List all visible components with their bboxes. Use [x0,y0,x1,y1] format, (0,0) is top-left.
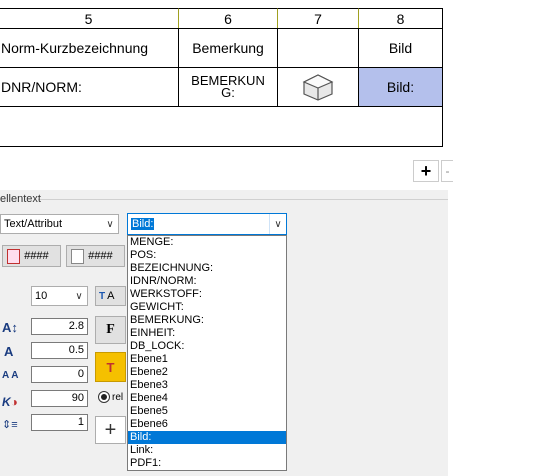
relative-radio[interactable]: rel [98,390,128,404]
dropdown-option[interactable]: WERKSTOFF: [128,288,286,301]
column-header-5-label: 5 [84,10,93,27]
panel-group-line [38,199,448,200]
format-button-1[interactable]: #### [2,245,61,267]
cell-row3[interactable] [0,106,443,147]
cell-row1-bild[interactable]: Bild [358,28,443,68]
rotation-icon: K◑ [2,395,18,409]
font-icon: T [99,290,106,302]
column-header-6: 6 [178,8,278,29]
relative-radio-label: rel [112,391,124,403]
type-select[interactable]: Text/Attribut ∨ [0,214,119,234]
attribute-select[interactable]: Bild: ∨ [127,213,287,235]
dropdown-option[interactable]: PDF1: [128,457,286,470]
dropdown-option[interactable]: Bild: [128,431,286,444]
text-width-icon: A [4,344,14,359]
column-header-8-label: 8 [396,10,405,27]
format-button-2-label: #### [88,250,113,262]
dropdown-option[interactable]: BEZEICHNUNG: [128,262,286,275]
cell-row2-bild-text: Bild: [386,79,415,95]
chevron-down-icon: ∨ [106,218,114,230]
add-button[interactable]: + [413,160,439,182]
cell-row1-bemerkung-text: Bemerkung [192,40,264,56]
cell-row1-bemerkung[interactable]: Bemerkung [178,28,278,68]
cell-row2-bild[interactable]: Bild: [358,67,443,107]
radio-icon [98,391,110,403]
dropdown-option[interactable]: EINHEIT: [128,327,286,340]
format-button-1-label: #### [24,250,49,262]
panel-group-label: ellentext [0,193,41,205]
dropdown-option[interactable]: Ebene5 [128,405,286,418]
dropdown-option[interactable]: GEWICHT: [128,301,286,314]
column-header-8: 8 [358,8,443,29]
cell-row2-norm[interactable]: DNR/NORM: [0,67,179,107]
text-color-icon: T [106,359,115,375]
dropdown-option[interactable]: MENGE: [128,236,286,249]
bold-button-label: F [106,322,115,337]
fontsize-select[interactable]: 10 ∨ [31,286,88,306]
text-width-input[interactable]: 0.5 [31,342,88,359]
font-button-label: A [107,290,115,302]
bold-button[interactable]: F [95,316,126,344]
dropdown-option[interactable]: Ebene2 [128,366,286,379]
column-header-7-label: 7 [314,10,322,27]
cell-row2-norm-text: DNR/NORM: [1,79,82,95]
minus-button-partial[interactable]: - [441,160,453,182]
dropdown-option[interactable]: Link: [128,444,286,457]
chevron-down-icon: ∨ [269,214,286,234]
column-header-6-label: 6 [224,10,232,27]
cell-row2-bemerkung-text: BEMERKUN G: [191,73,265,100]
cell-row2-bemerkung[interactable]: BEMERKUN G: [178,67,278,107]
attribute-dropdown-list[interactable]: MENGE: POS: BEZEICHNUNG: IDNR/NORM: WERKSTOF… [127,235,287,471]
text-height-input[interactable]: 2.8 [31,318,88,335]
column-header-5: 5 [0,8,179,29]
plus-icon: + [420,160,432,181]
line-spacing-value: 1 [77,416,84,428]
cell-row1-norm[interactable]: Norm-Kurzbezeichnung [0,28,179,68]
line-spacing-input[interactable]: 1 [31,414,88,431]
minus-icon: - [445,164,450,178]
crosshair-icon: + [104,418,117,441]
cell-row1-norm-text: Norm-Kurzbezeichnung [1,40,149,56]
line-spacing-icon: ⇕≡ [2,419,18,431]
dropdown-option[interactable]: IDNR/NORM: [128,275,286,288]
dropdown-option[interactable]: Ebene3 [128,379,286,392]
dropdown-option[interactable]: POS: [128,249,286,262]
char-spacing-input[interactable]: 0 [31,366,88,383]
dropdown-option[interactable]: Ebene6 [128,418,286,431]
rotation-input[interactable]: 90 [31,390,88,407]
text-color-button[interactable]: T [95,352,126,382]
attribute-select-value: Bild: [131,218,155,230]
position-button[interactable]: + [95,416,126,444]
dropdown-option[interactable]: DB_LOCK: [128,340,286,353]
text-height-icon: A↕ [2,320,18,335]
chevron-down-icon: ∨ [75,290,83,302]
char-spacing-icon: A A [2,370,19,381]
rotation-value: 90 [71,392,84,404]
cell-row2-icon[interactable] [277,67,359,107]
text-width-value: 0.5 [68,344,84,356]
type-select-value: Text/Attribut [4,218,63,230]
cube-icon [302,74,334,101]
dropdown-option[interactable]: BEMERKUNG: [128,314,286,327]
text-height-value: 2.8 [68,320,84,332]
format-button-2[interactable]: #### [66,245,125,267]
fontsize-select-value: 10 [35,290,48,302]
char-spacing-value: 0 [77,368,84,380]
column-header-7: 7 [277,8,359,29]
dropdown-option[interactable]: Ebene4 [128,392,286,405]
dropdown-option[interactable]: Ebene1 [128,353,286,366]
document-icon [71,248,84,264]
font-button[interactable]: T A [95,286,126,306]
cell-row1-7[interactable] [277,28,359,68]
document-icon [7,248,20,264]
cell-row1-bild-text: Bild [388,40,413,56]
